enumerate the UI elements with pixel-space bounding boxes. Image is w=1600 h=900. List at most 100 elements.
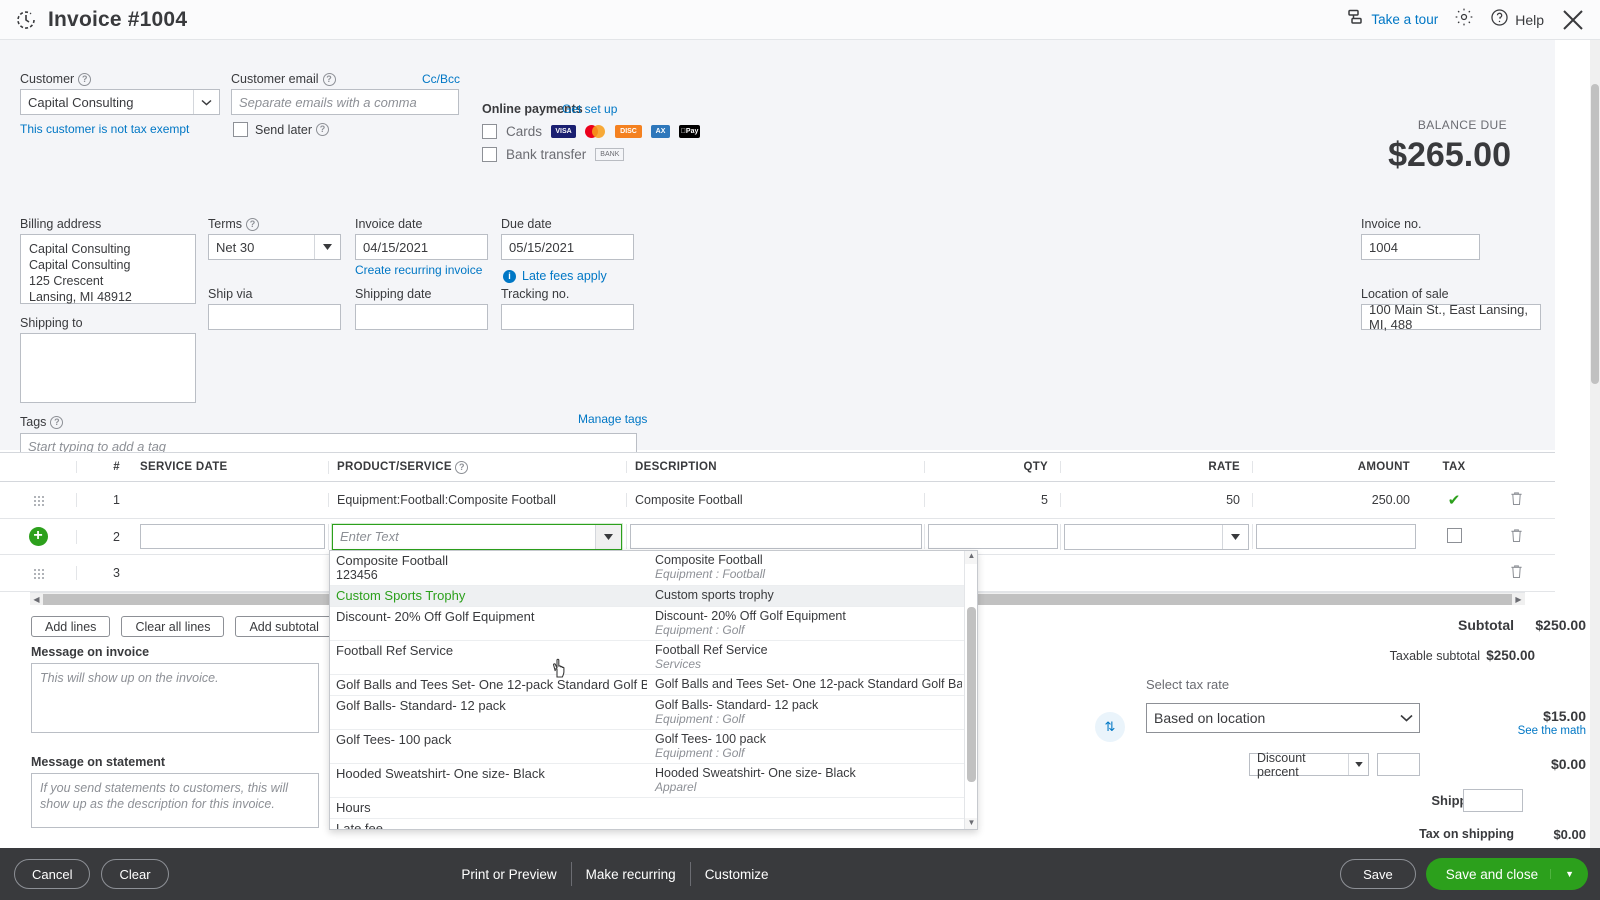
dropdown-item[interactable]: Hooded Sweatshirt- One size- BlackHooded… [330, 764, 966, 798]
page-scrollbar[interactable] [1590, 40, 1600, 850]
dropdown-item[interactable]: Late fee [330, 819, 966, 830]
see-the-math-link[interactable]: See the math [1518, 725, 1586, 737]
scroll-up-icon[interactable]: ▲ [965, 551, 978, 564]
discount-type-select[interactable]: Discount percent [1249, 753, 1369, 776]
location-of-sale-input[interactable]: 100 Main St., East Lansing, MI, 488 [1361, 304, 1541, 330]
save-button[interactable]: Save [1340, 859, 1416, 889]
row-delete-button[interactable] [1486, 528, 1546, 546]
amount-input[interactable] [1256, 524, 1416, 549]
terms-select[interactable]: Net 30 [208, 234, 341, 260]
help-tip-icon[interactable]: ? [50, 416, 63, 429]
invoice-no-input[interactable]: 1004 [1361, 234, 1480, 260]
chevron-down-icon[interactable] [1348, 754, 1368, 775]
dropdown-item[interactable]: Discount- 20% Off Golf EquipmentDiscount… [330, 607, 966, 641]
add-lines-button[interactable]: Add lines [31, 616, 110, 637]
dropdown-item[interactable]: Golf Balls- Standard- 12 packGolf Balls-… [330, 696, 966, 730]
chevron-down-icon[interactable] [1393, 706, 1419, 730]
page-scrollbar-thumb[interactable] [1591, 84, 1599, 384]
make-recurring-button[interactable]: Make recurring [572, 867, 690, 882]
table-row[interactable]: 1 Equipment:Football:Composite Football … [0, 482, 1555, 519]
tracking-no-input[interactable] [501, 304, 634, 330]
invoice-date-input[interactable]: 04/15/2021 [355, 234, 488, 260]
message-on-statement-textarea[interactable]: If you send statements to customers, thi… [31, 773, 319, 828]
row-tax-cell[interactable] [1422, 528, 1486, 546]
scroll-down-icon[interactable]: ▼ [965, 818, 978, 830]
close-icon[interactable] [1560, 7, 1586, 33]
get-set-up-link[interactable]: Get set up [562, 102, 617, 116]
dropdown-item[interactable]: Composite Football123456Composite Footba… [330, 551, 966, 586]
help-tip-icon[interactable]: ? [246, 218, 259, 231]
dropdown-item[interactable]: Hours [330, 798, 966, 819]
description-input[interactable] [630, 524, 922, 549]
row-description-cell[interactable] [626, 524, 924, 549]
row-service-date-cell[interactable] [132, 524, 328, 549]
dropdown-item[interactable]: Custom Sports TrophyCustom sports trophy [330, 586, 966, 607]
help-tip-icon[interactable]: ? [455, 461, 468, 474]
row-drag-handle[interactable] [0, 495, 76, 506]
ship-via-input[interactable] [208, 304, 341, 330]
print-or-preview-button[interactable]: Print or Preview [447, 867, 570, 882]
shipping-input[interactable] [1463, 789, 1523, 812]
qty-input[interactable] [928, 524, 1058, 549]
send-later-checkbox[interactable] [233, 122, 248, 137]
scroll-right-icon[interactable]: ▶ [1512, 595, 1525, 604]
customer-email-input[interactable]: Separate emails with a comma [231, 89, 459, 115]
chevron-down-icon[interactable] [1222, 525, 1248, 549]
shipping-to-field[interactable] [20, 333, 196, 403]
tax-rate-select-wrap[interactable]: Based on location [1146, 703, 1420, 733]
dropdown-scrollbar-thumb[interactable] [967, 607, 976, 782]
billing-address-field[interactable]: Capital Consulting Capital Consulting 12… [20, 234, 196, 304]
create-recurring-invoice-link[interactable]: Create recurring invoice [355, 263, 482, 277]
message-on-invoice-textarea[interactable]: This will show up on the invoice. [31, 663, 319, 733]
discount-type-select-wrap[interactable]: Discount percent [1249, 753, 1369, 776]
shipping-date-input[interactable] [355, 304, 488, 330]
row-qty[interactable]: 5 [924, 493, 1060, 507]
due-date-input[interactable]: 05/15/2021 [501, 234, 634, 260]
swap-tax-icon[interactable]: ⇅ [1095, 712, 1125, 742]
save-and-close-button[interactable]: Save and close ▼ [1426, 858, 1588, 890]
help-tip-icon[interactable]: ? [316, 123, 329, 136]
chevron-down-icon[interactable]: ▼ [1550, 869, 1588, 879]
row-delete-button[interactable] [1486, 564, 1546, 582]
row-product[interactable]: Equipment:Football:Composite Football [328, 493, 626, 507]
row-rate[interactable]: 50 [1060, 493, 1252, 507]
row-delete-button[interactable] [1486, 491, 1546, 509]
row-product-cell[interactable]: Enter Text [328, 524, 626, 550]
help-tip-icon[interactable]: ? [323, 73, 336, 86]
customize-button[interactable]: Customize [691, 867, 783, 882]
take-a-tour-button[interactable]: Take a tour [1347, 9, 1438, 30]
rate-input[interactable] [1064, 524, 1249, 550]
row-description[interactable]: Composite Football [626, 493, 924, 507]
help-tip-icon[interactable]: ? [78, 73, 91, 86]
tax-exempt-note[interactable]: This customer is not tax exempt [20, 122, 189, 136]
bank-transfer-checkbox[interactable] [482, 147, 497, 162]
cancel-button[interactable]: Cancel [14, 859, 90, 889]
row-tax-checkbox[interactable]: ✔ [1422, 491, 1486, 509]
tax-rate-select[interactable]: Based on location [1146, 703, 1420, 733]
late-fees-notice[interactable]: i Late fees apply [503, 269, 607, 283]
row-amount-cell[interactable] [1252, 524, 1422, 549]
customer-select[interactable]: Capital Consulting [20, 89, 220, 115]
manage-tags-link[interactable]: Manage tags [578, 412, 647, 426]
dropdown-scrollbar[interactable]: ▲ ▼ [964, 551, 977, 830]
dropdown-item[interactable]: Golf Balls and Tees Set- One 12-pack Sta… [330, 675, 966, 696]
dropdown-item[interactable]: Football Ref ServiceFootball Ref Service… [330, 641, 966, 675]
row-drag-handle[interactable] [0, 568, 76, 579]
row-rate-cell[interactable] [1060, 524, 1252, 550]
tax-checkbox[interactable] [1447, 528, 1462, 543]
dropdown-item[interactable]: Golf Tees- 100 packGolf Tees- 100 packEq… [330, 730, 966, 764]
chevron-down-icon[interactable] [314, 235, 340, 259]
chevron-down-icon[interactable] [595, 525, 621, 549]
help-button[interactable]: Help [1490, 8, 1544, 32]
scroll-left-icon[interactable]: ◀ [30, 595, 43, 604]
chevron-down-icon[interactable] [193, 90, 219, 114]
product-service-dropdown[interactable]: Composite Football123456Composite Footba… [329, 550, 978, 830]
row-qty-cell[interactable] [924, 524, 1060, 549]
cards-checkbox[interactable] [482, 124, 497, 139]
service-date-input[interactable] [140, 524, 325, 549]
gear-icon[interactable] [1454, 7, 1474, 32]
clear-all-lines-button[interactable]: Clear all lines [121, 616, 224, 637]
add-subtotal-button[interactable]: Add subtotal [235, 616, 333, 637]
discount-value-input[interactable] [1377, 753, 1420, 776]
product-service-input[interactable]: Enter Text [332, 524, 622, 550]
